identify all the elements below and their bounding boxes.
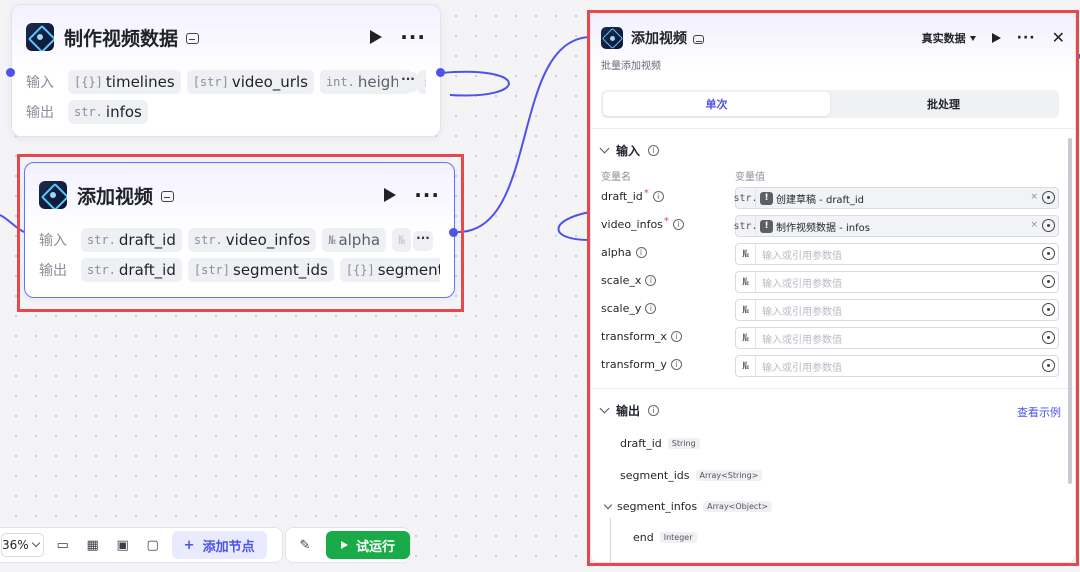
edge-make-to-add <box>440 70 510 97</box>
chevron-down-icon <box>31 538 40 548</box>
param-pill: [{}] timelines <box>68 70 181 94</box>
wrench-icon[interactable]: ✎ <box>294 534 316 556</box>
run-node-icon[interactable] <box>370 30 383 44</box>
node-header: 制作视频数据 ··· <box>26 21 426 53</box>
node-output-row: 输出 str. infos <box>26 100 426 124</box>
grid-layout-icon[interactable]: ▦ <box>82 534 104 556</box>
param-pill: [str] video_urls <box>186 70 314 94</box>
plugin-logo-icon <box>26 23 54 51</box>
test-run-button[interactable]: 试运行 <box>326 531 410 559</box>
test-run-label: 试运行 <box>355 539 395 555</box>
node-input-row: 输入 [{}] timelines [str] video_urls int. hei… <box>26 70 426 94</box>
more-params-button[interactable]: ··· <box>398 72 418 92</box>
comment-icon[interactable]: ▭ <box>52 534 74 556</box>
play-icon <box>340 541 348 549</box>
param-pill-truncated: str <box>417 70 426 94</box>
add-node-button[interactable]: + 添加节点 <box>171 531 267 559</box>
highlight-panel <box>587 10 1079 566</box>
zoom-select[interactable]: 36% <box>1 533 44 557</box>
input-port[interactable] <box>6 68 15 77</box>
input-label: 输入 <box>26 75 54 91</box>
node-title: 制作视频数据 <box>64 27 179 50</box>
api-badge-icon <box>186 32 200 44</box>
workflow-canvas[interactable]: 制作视频数据 ··· 输入 [{}] timelines [str] video_u… <box>0 0 1080 572</box>
run-toolbar: ✎ 试运行 <box>285 527 411 563</box>
canvas-toolbar: 36% ▭ ▦ ▣ ▢ + 添加节点 <box>0 527 283 563</box>
highlight-selected-node <box>17 154 464 312</box>
edge-add-to-right <box>457 36 591 233</box>
output-port[interactable] <box>436 68 445 77</box>
output-label: 输出 <box>26 105 54 121</box>
param-pill: str. infos <box>68 100 148 124</box>
add-node-label: 添加节点 <box>202 539 255 555</box>
node-make-video-data[interactable]: 制作视频数据 ··· 输入 [{}] timelines [str] video_u… <box>11 4 441 137</box>
plus-icon: + <box>183 537 195 553</box>
image-icon[interactable]: ▣ <box>112 534 134 556</box>
minimap-icon[interactable]: ▢ <box>142 534 164 556</box>
more-options-icon[interactable]: ··· <box>400 27 426 47</box>
zoom-value: 36% <box>2 538 29 552</box>
edge-panel-loop <box>557 211 591 241</box>
